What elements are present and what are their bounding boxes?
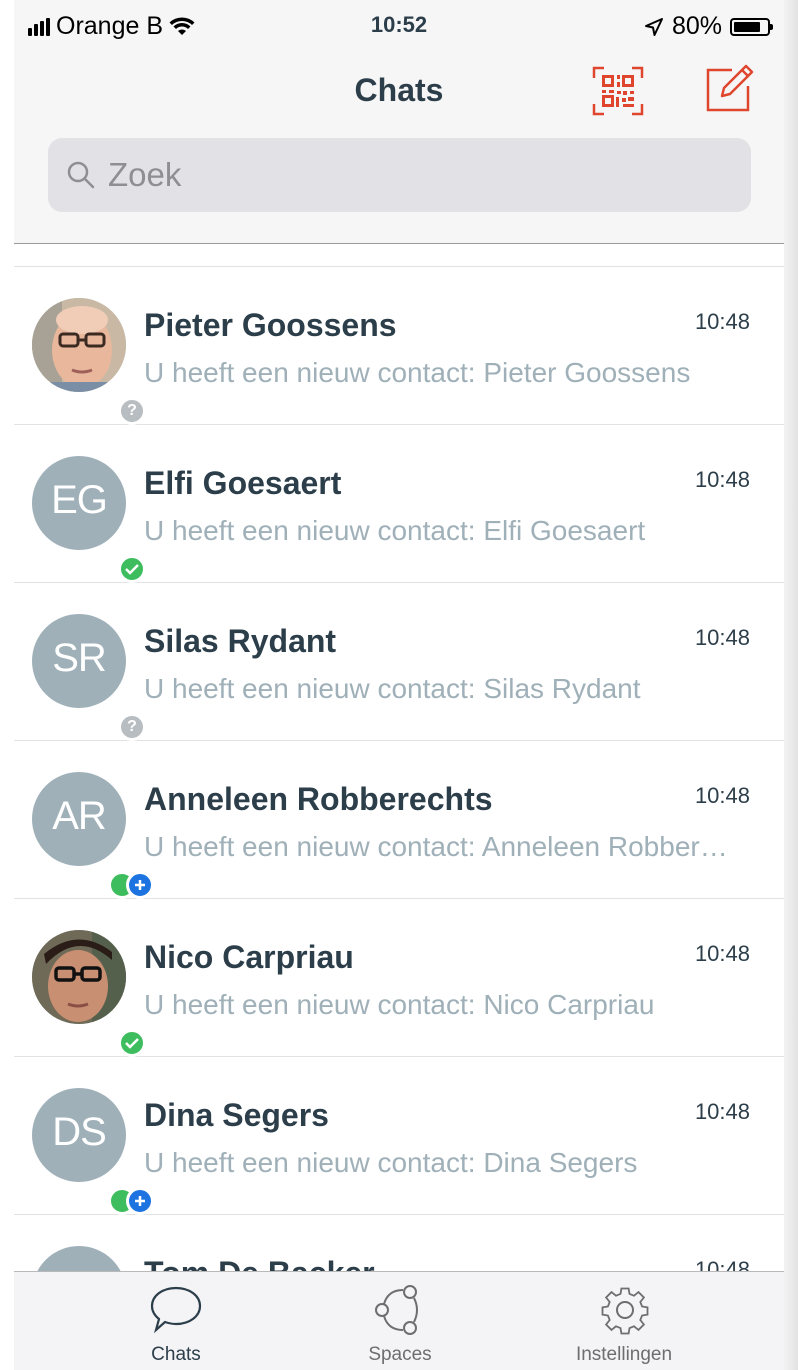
avatar <box>32 930 146 1057</box>
status-bar: Orange B 10:52 80% <box>14 0 784 54</box>
search-bar[interactable] <box>48 138 751 212</box>
add-contact-badge <box>126 1187 154 1215</box>
plus-icon <box>135 1196 145 1206</box>
tab-label: Spaces <box>368 1344 432 1365</box>
plus-icon <box>135 880 145 890</box>
contact-name: Anneleen Robberechts <box>144 781 493 817</box>
last-message: U heeft een nieuw contact: Pieter Goosse… <box>144 357 691 388</box>
chat-time: 10:48 <box>694 941 750 966</box>
verified-badge <box>118 1029 146 1057</box>
tab-spaces[interactable]: Spaces <box>300 1272 500 1370</box>
contact-name: Pieter Goossens <box>144 307 397 343</box>
avatar: ? <box>32 298 146 425</box>
avatar: AR <box>32 772 154 899</box>
contact-name: Nico Carpriau <box>144 939 354 975</box>
chat-time: 10:48 <box>694 625 750 650</box>
avatar: EG <box>32 456 146 583</box>
chat-time: 10:48 <box>694 467 750 492</box>
last-message: U heeft een nieuw contact: Elfi Goesaert <box>144 515 646 546</box>
tab-chats[interactable]: Chats <box>76 1272 276 1370</box>
battery-icon <box>730 17 773 36</box>
avatar-initials: EG <box>51 478 108 522</box>
avatar: SR ? <box>32 614 146 741</box>
check-icon <box>125 564 139 575</box>
last-message: U heeft een nieuw contact: Anneleen Robb… <box>144 831 734 862</box>
chat-time: 10:48 <box>694 309 750 334</box>
side-shadow <box>784 0 798 1370</box>
check-icon <box>125 1038 139 1049</box>
contact-name: Dina Segers <box>144 1097 329 1133</box>
chat-row[interactable]: EG Elfi Goesaert 10:48 U heeft een nieuw… <box>14 425 784 583</box>
chat-time: 10:48 <box>694 1099 750 1124</box>
avatar-photo <box>32 930 126 1024</box>
tab-settings[interactable]: Instellingen <box>524 1272 724 1370</box>
verified-badge <box>118 555 146 583</box>
last-message: U heeft een nieuw contact: Nico Carpriau <box>144 989 655 1020</box>
tab-label: Instellingen <box>575 1344 673 1365</box>
compose-icon[interactable] <box>702 62 756 116</box>
tab-label: Chats <box>151 1344 201 1365</box>
chat-row[interactable]: ? Pieter Goossens 10:48 U heeft een nieu… <box>14 267 784 425</box>
battery-percentage: 80% <box>671 12 722 40</box>
gear-icon <box>601 1287 649 1335</box>
top-bar: Orange B 10:52 80% Chats <box>14 0 784 244</box>
search-input[interactable] <box>106 155 710 195</box>
avatar: DS <box>32 1088 154 1215</box>
last-message: U heeft een nieuw contact: Silas Rydant <box>144 673 641 704</box>
location-arrow-icon <box>644 17 663 36</box>
chat-row[interactable]: DS Dina Segers 10:48 U heeft een nieuw c… <box>14 1057 784 1215</box>
chat-row[interactable]: SR ? Silas Rydant 10:48 U heeft een nieu… <box>14 583 784 741</box>
avatar-initials: SR <box>52 636 107 680</box>
chat-row[interactable]: Nico Carpriau 10:48 U heeft een nieuw co… <box>14 899 784 1057</box>
pending-badge: ? <box>118 713 146 741</box>
chat-bubble-icon <box>150 1286 202 1334</box>
chat-time: 10:48 <box>694 783 750 808</box>
avatar-initials: DS <box>52 1110 107 1154</box>
chat-list: ? Pieter Goossens 10:48 U heeft een nieu… <box>14 244 784 1370</box>
pending-badge: ? <box>118 397 146 425</box>
avatar-photo <box>32 298 126 392</box>
last-message: U heeft een nieuw contact: Dina Segers <box>144 1147 638 1178</box>
spaces-icon <box>375 1285 418 1335</box>
chat-row[interactable]: AR Anneleen Robberechts 10:48 U heeft ee… <box>14 741 784 899</box>
contact-name: Silas Rydant <box>144 623 337 659</box>
qr-code-icon[interactable] <box>592 66 644 116</box>
status-right: 80% <box>644 12 773 41</box>
add-contact-badge <box>126 871 154 899</box>
search-icon <box>67 161 95 189</box>
avatar-initials: AR <box>52 794 107 838</box>
tab-bar: Chats Spaces Instellingen <box>14 1271 784 1370</box>
contact-name: Elfi Goesaert <box>144 465 342 501</box>
app-screen: Orange B 10:52 80% Chats Zoek ? Pieter G… <box>14 0 784 1370</box>
page-title: Chats <box>354 72 444 108</box>
